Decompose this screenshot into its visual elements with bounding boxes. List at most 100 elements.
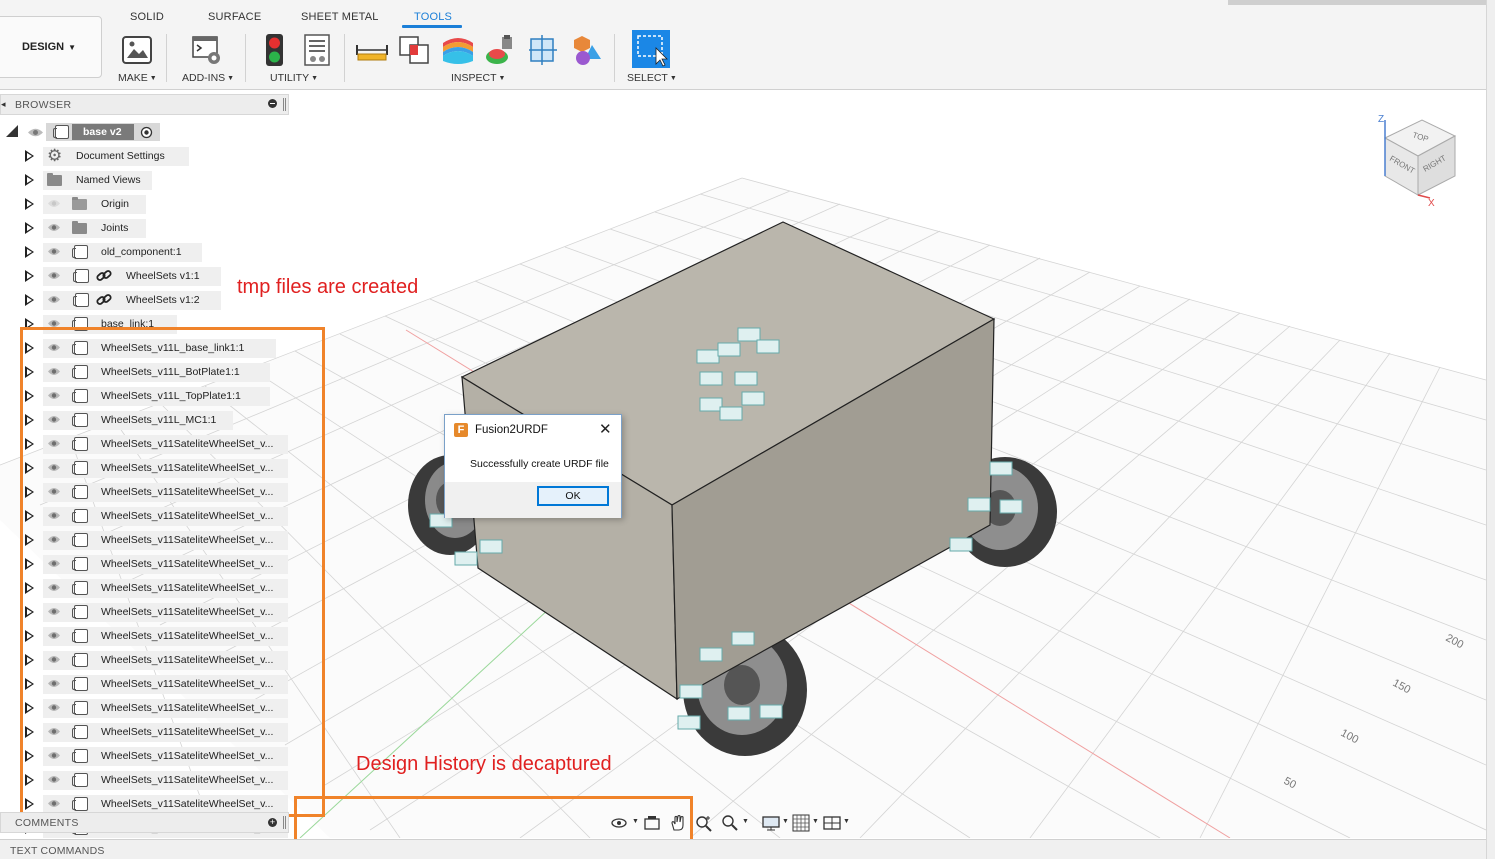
tab-surface[interactable]: SURFACE <box>208 11 261 23</box>
chevron-down-icon[interactable]: ▼ <box>742 818 749 825</box>
eye-icon[interactable] <box>47 246 61 257</box>
chevron-down-icon[interactable]: ▼ <box>843 818 850 825</box>
select-group-button[interactable]: SELECT ▼ <box>627 72 677 84</box>
browser-item-label: Origin <box>101 198 130 210</box>
panel-grip-icon[interactable] <box>283 98 286 111</box>
browser-item-label: Document Settings <box>76 150 165 162</box>
comments-title: COMMENTS <box>15 817 79 829</box>
text-commands-bar[interactable]: TEXT COMMANDS <box>0 839 1486 859</box>
zoom-window-icon[interactable] <box>695 814 713 832</box>
root-component-label: base v2 <box>83 126 122 138</box>
component-icon <box>73 293 89 307</box>
folder-icon <box>72 197 87 210</box>
collapse-panel-icon[interactable] <box>268 99 277 108</box>
link-icon <box>96 294 112 305</box>
tab-tools[interactable]: TOOLS <box>414 11 452 23</box>
look-at-icon[interactable] <box>643 814 661 832</box>
browser-title: BROWSER <box>15 99 72 111</box>
fusion2urdf-dialog: F Fusion2URDF ✕ Successfully create URDF… <box>444 414 622 518</box>
axis-x-label: X <box>1428 198 1435 209</box>
section-analysis-icon[interactable] <box>527 33 561 67</box>
viewports-icon[interactable] <box>823 814 841 832</box>
display-settings-icon[interactable] <box>762 814 780 832</box>
chevron-down-icon: ▼ <box>149 75 157 82</box>
component-icon <box>72 245 88 259</box>
browser-item-label: WheelSets v1:2 <box>126 294 200 306</box>
tab-solid[interactable]: SOLID <box>130 11 164 23</box>
annotation-tmp-files: tmp files are created <box>237 276 419 298</box>
browser-tree-row[interactable]: Origin <box>0 194 300 214</box>
chevron-down-icon: ▼ <box>227 75 235 82</box>
interference-icon[interactable] <box>398 33 432 67</box>
eye-icon[interactable] <box>47 294 61 305</box>
eye-icon[interactable] <box>47 198 61 209</box>
dialog-title: Fusion2URDF <box>475 424 548 436</box>
annotation-design-history: Design History is decaptured <box>356 753 612 775</box>
eye-icon[interactable] <box>47 270 61 281</box>
utility-group-button[interactable]: UTILITY ▼ <box>270 72 318 84</box>
comments-panel-header: COMMENTS + <box>0 812 289 833</box>
close-icon[interactable]: ✕ <box>599 421 612 439</box>
pan-hand-icon[interactable] <box>669 814 687 832</box>
traffic-light-icon[interactable] <box>258 33 292 67</box>
navigation-toolbar: ▼ ▼ ▼ ▼ ▼ <box>606 812 856 834</box>
scripts-addins-icon[interactable] <box>190 34 224 68</box>
zebra-analysis-icon[interactable] <box>441 33 475 67</box>
display-component-colors-icon[interactable] <box>570 33 604 67</box>
expand-triangle-icon[interactable] <box>25 246 34 258</box>
group-divider <box>166 34 167 82</box>
browser-tree-row[interactable]: ⚙ Document Settings <box>0 146 300 166</box>
viewcube[interactable]: TOP FRONT RIGHT Z X <box>1378 114 1457 209</box>
ok-button[interactable]: OK <box>537 486 609 506</box>
chevron-down-icon: ▼ <box>68 42 77 52</box>
collapse-left-icon[interactable]: ◂ <box>1 99 6 110</box>
draft-analysis-icon[interactable] <box>484 33 518 67</box>
chevron-down-icon: ▼ <box>669 75 677 82</box>
chevron-down-icon[interactable]: ▼ <box>812 818 819 825</box>
folder-icon <box>72 221 87 234</box>
orbit-icon[interactable] <box>610 814 628 832</box>
vertical-scrollbar[interactable] <box>1486 0 1495 859</box>
make-group-button[interactable]: MAKE ▼ <box>118 72 157 84</box>
annotation-box-tmp-files <box>20 327 325 817</box>
group-divider <box>344 34 345 82</box>
chevron-down-icon[interactable]: ▼ <box>782 818 789 825</box>
toolbar-ribbon: DESIGN ▼ SOLID SURFACE SHEET METAL TOOLS… <box>0 0 1495 90</box>
chevron-down-icon[interactable]: ▼ <box>632 818 639 825</box>
browser-item-label: WheelSets v1:1 <box>126 270 200 282</box>
axis-z-label: Z <box>1378 114 1384 125</box>
add-comment-icon[interactable]: + <box>268 818 277 827</box>
activate-radio-icon[interactable] <box>140 126 153 139</box>
gear-icon: ⚙ <box>47 146 63 165</box>
browser-tree-row[interactable]: old_component:1 <box>0 242 300 262</box>
expand-triangle-icon[interactable] <box>25 270 34 282</box>
browser-item-label: old_component:1 <box>101 246 182 258</box>
eye-icon[interactable] <box>47 222 61 233</box>
zoom-icon[interactable] <box>721 814 739 832</box>
measure-icon[interactable] <box>355 36 389 70</box>
expand-triangle-icon[interactable] <box>25 222 34 234</box>
3d-print-icon[interactable] <box>120 34 154 68</box>
browser-tree-row[interactable]: Named Views <box>0 170 300 190</box>
tab-sheet-metal[interactable]: SHEET METAL <box>301 11 379 23</box>
parameters-table-icon[interactable] <box>301 33 335 67</box>
addins-group-button[interactable]: ADD-INS ▼ <box>182 72 234 84</box>
workspace-switcher-button[interactable]: DESIGN ▼ <box>0 16 102 78</box>
group-divider <box>614 34 615 82</box>
inspect-group-button[interactable]: INSPECT ▼ <box>451 72 505 84</box>
panel-grip-icon[interactable] <box>283 816 286 829</box>
dialog-titlebar[interactable]: F Fusion2URDF ✕ <box>445 415 621 446</box>
browser-tree-row[interactable]: Joints <box>0 218 300 238</box>
expanded-triangle-icon[interactable] <box>6 125 18 137</box>
component-icon <box>73 269 89 283</box>
folder-icon <box>47 173 62 186</box>
expand-triangle-icon[interactable] <box>25 150 34 162</box>
expand-triangle-icon[interactable] <box>25 174 34 186</box>
browser-item-label: Named Views <box>76 174 141 186</box>
expand-triangle-icon[interactable] <box>25 198 34 210</box>
select-window-icon[interactable] <box>632 30 670 68</box>
grid-settings-icon[interactable] <box>792 814 810 832</box>
expand-triangle-icon[interactable] <box>25 294 34 306</box>
eye-icon[interactable] <box>27 127 44 138</box>
chevron-down-icon: ▼ <box>311 75 319 82</box>
